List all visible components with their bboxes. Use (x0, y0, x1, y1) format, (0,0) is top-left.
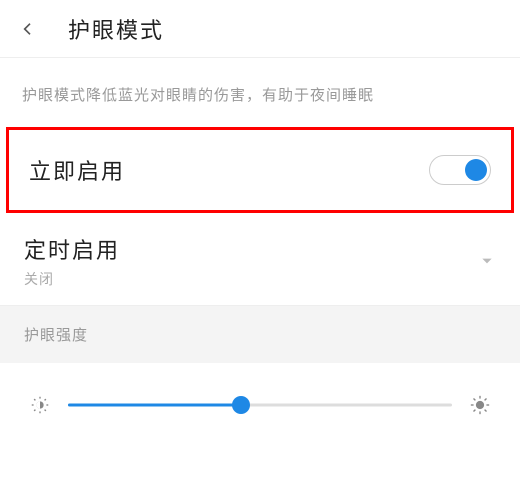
enable-now-toggle[interactable] (429, 155, 491, 185)
header: 护眼模式 (0, 0, 520, 58)
chevron-down-icon (478, 252, 496, 270)
toggle-knob (465, 159, 487, 181)
slider-fill (68, 404, 241, 407)
enable-now-label: 立即启用 (29, 154, 125, 186)
brightness-low-icon (28, 393, 52, 417)
page-title: 护眼模式 (68, 13, 164, 45)
description-text: 护眼模式降低蓝光对眼睛的伤害，有助于夜间睡眠 (0, 58, 520, 127)
enable-now-row: 立即启用 (9, 130, 511, 210)
slider-thumb (232, 396, 250, 414)
intensity-slider[interactable] (68, 393, 452, 417)
brightness-high-icon (468, 393, 492, 417)
intensity-section-label: 护眼强度 (0, 306, 520, 363)
back-icon[interactable] (16, 17, 40, 41)
highlight-annotation: 立即启用 (6, 127, 514, 213)
schedule-status: 关闭 (24, 269, 120, 289)
schedule-text: 定时启用 关闭 (24, 233, 120, 289)
schedule-label: 定时启用 (24, 233, 120, 265)
intensity-slider-area (0, 363, 520, 447)
schedule-row[interactable]: 定时启用 关闭 (0, 213, 520, 306)
